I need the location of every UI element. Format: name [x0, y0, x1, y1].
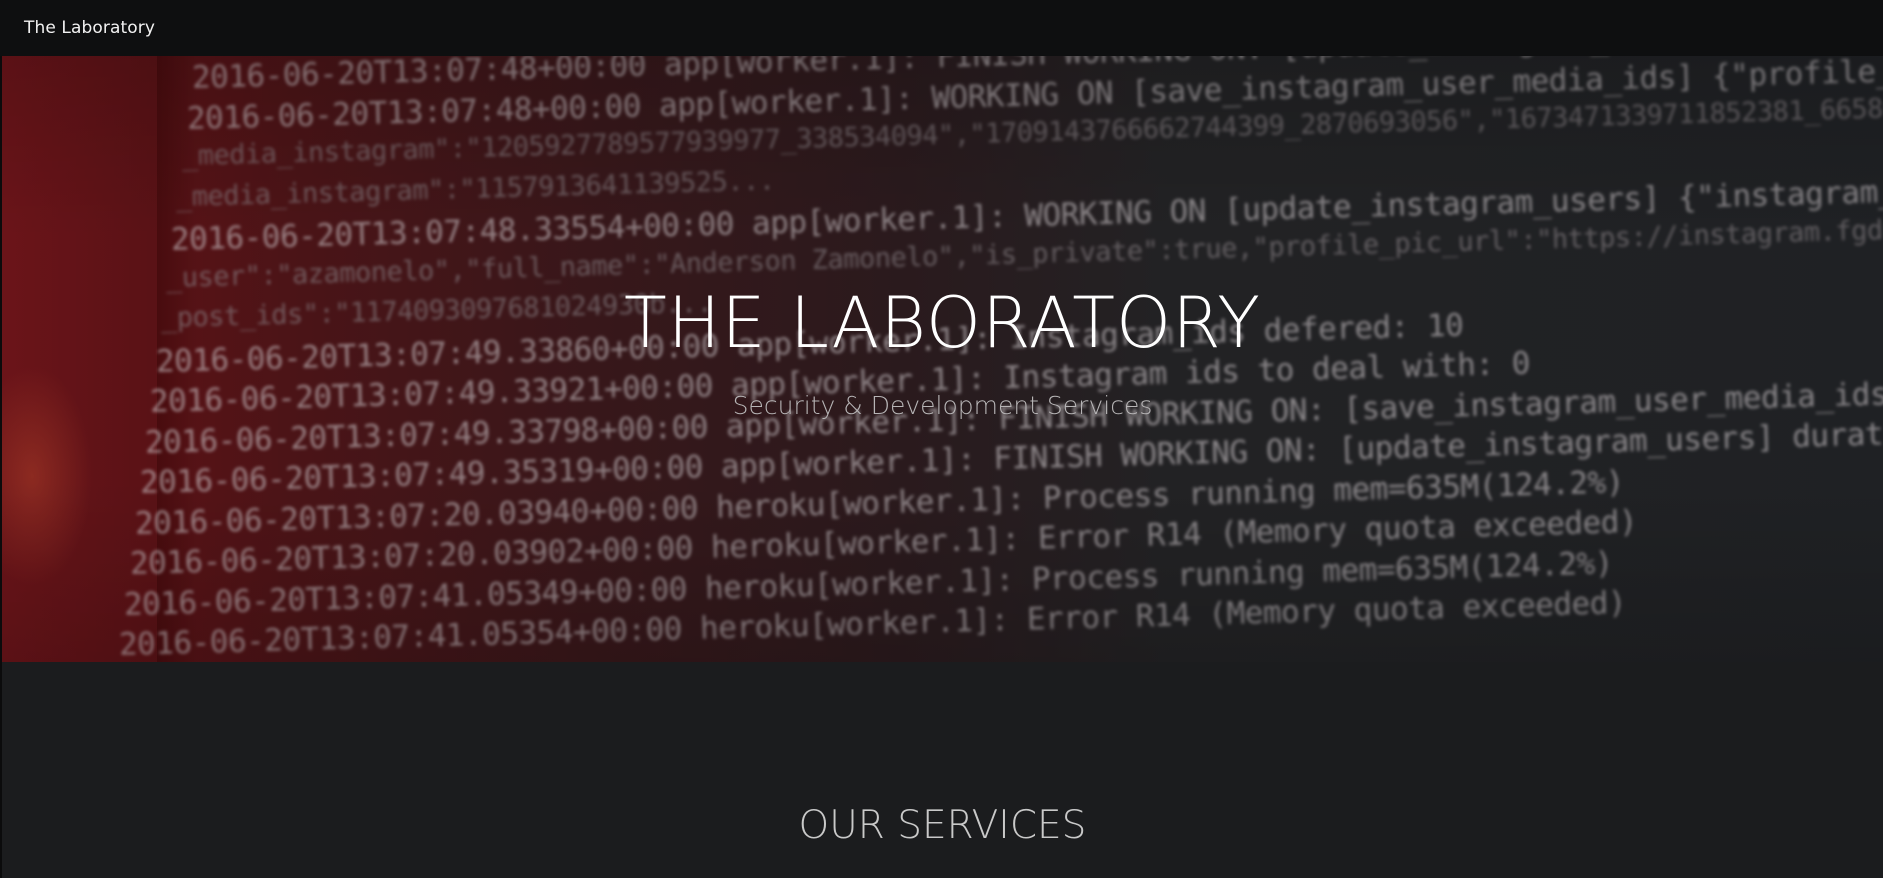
- services-heading: OUR SERVICES: [798, 803, 1087, 848]
- page: The Laboratory 2016-06-20T13:07:48+00:00…: [0, 0, 1883, 878]
- navbar: The Laboratory: [0, 0, 1883, 56]
- navbar-brand-link[interactable]: The Laboratory: [24, 18, 155, 38]
- hero-section: 2016-06-20T13:07:48+00:00 app[worker.1]:…: [2, 56, 1883, 662]
- services-section: OUR SERVICES: [2, 662, 1883, 878]
- hero-content: THE LABORATORY Security & Development Se…: [2, 56, 1883, 662]
- hero-subtitle: Security & Development Services: [732, 391, 1153, 420]
- hero-title: THE LABORATORY: [623, 282, 1262, 364]
